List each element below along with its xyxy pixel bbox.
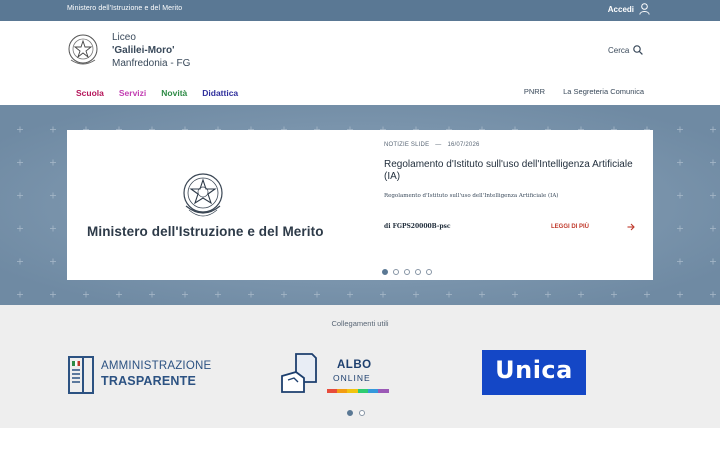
- read-more-link[interactable]: LEGGI DI PIÙ: [551, 223, 635, 231]
- republic-emblem-logo[interactable]: [66, 32, 100, 68]
- slide-meta: NOTIZIE SLIDE — 16/07/2026: [384, 142, 646, 148]
- useful-links-section: Collegamenti utili AMMINISTRAZIONE TRASP…: [0, 305, 720, 428]
- albo-line-2: ONLINE: [333, 373, 371, 383]
- slide-image-caption: Ministero dell'Istruzione e del Merito: [87, 224, 324, 239]
- amministrazione-line-1: AMMINISTRAZIONE: [101, 360, 212, 372]
- nav-item-servizi[interactable]: Servizi: [119, 88, 146, 98]
- amministrazione-line-2: TRASPARENTE: [101, 374, 197, 388]
- slide-card: Ministero dell'Istruzione e del Merito N…: [67, 130, 653, 280]
- unica-logo-text: Unica: [495, 356, 573, 384]
- useful-links-title: Collegamenti utili: [331, 319, 389, 328]
- slide-dot-5[interactable]: [426, 269, 432, 275]
- document-stack-icon: [68, 356, 94, 394]
- school-line-1: Liceo: [112, 32, 136, 43]
- user-icon: [639, 3, 650, 15]
- slide-content: NOTIZIE SLIDE — 16/07/2026 Regolamento d'I…: [384, 142, 646, 231]
- school-line-2: 'Galilei-Moro': [112, 45, 175, 56]
- search-button[interactable]: Cerca: [608, 45, 644, 55]
- slide-dot-1[interactable]: [382, 269, 388, 275]
- arrow-right-icon: [627, 223, 635, 231]
- site-header: Liceo 'Galilei-Moro' Manfredonia - FG Ce…: [0, 21, 720, 105]
- nav-item-scuola[interactable]: Scuola: [76, 88, 104, 98]
- search-icon: [633, 45, 644, 55]
- search-label: Cerca: [608, 45, 630, 55]
- nav-item-novita[interactable]: Novità: [161, 88, 187, 98]
- albo-color-bar: [327, 389, 389, 393]
- slide-category[interactable]: NOTIZIE SLIDE: [384, 142, 429, 148]
- links-dot-2[interactable]: [359, 410, 365, 416]
- school-line-3: Manfredonia - FG: [112, 58, 191, 69]
- unica-banner[interactable]: Unica: [482, 350, 586, 395]
- slide-author: di FGPS20000B-psc: [384, 223, 451, 230]
- hero-slider: Ministero dell'Istruzione e del Merito N…: [0, 105, 720, 305]
- read-more-label: LEGGI DI PIÙ: [551, 224, 590, 230]
- albo-document-icon: [281, 353, 317, 393]
- school-name[interactable]: Liceo 'Galilei-Moro' Manfredonia - FG: [112, 31, 190, 70]
- links-dot-1[interactable]: [347, 410, 353, 416]
- ministry-link[interactable]: Ministero dell'Istruzione e del Merito: [67, 5, 182, 12]
- slide-dot-2[interactable]: [393, 269, 399, 275]
- nav-item-pnrr[interactable]: PNRR: [524, 87, 545, 96]
- slide-image[interactable]: Ministero dell'Istruzione e del Merito: [67, 130, 373, 280]
- nav-item-didattica[interactable]: Didattica: [202, 88, 238, 98]
- secondary-nav: PNRR La Segreteria Comunica: [524, 87, 644, 96]
- top-bar: Ministero dell'Istruzione e del Merito A…: [0, 0, 720, 21]
- links-pagination: [347, 410, 365, 416]
- republic-emblem-icon: [183, 173, 223, 217]
- login-label: Accedi: [607, 4, 634, 14]
- meta-separator: —: [435, 142, 442, 148]
- slide-title[interactable]: Regolamento d'Istituto sull'uso dell'Int…: [384, 159, 646, 183]
- nav-item-segreteria[interactable]: La Segreteria Comunica: [563, 87, 644, 96]
- main-nav: Scuola Servizi Novità Didattica: [76, 88, 253, 98]
- slide-date: 16/07/2026: [447, 142, 480, 148]
- login-button[interactable]: Accedi: [608, 3, 650, 15]
- slide-dot-4[interactable]: [415, 269, 421, 275]
- slider-pagination: [382, 269, 432, 275]
- slide-description: Regolamento d'Istituto sull'uso dell'Int…: [384, 193, 559, 199]
- slide-dot-3[interactable]: [404, 269, 410, 275]
- albo-line-1: ALBO: [337, 359, 372, 371]
